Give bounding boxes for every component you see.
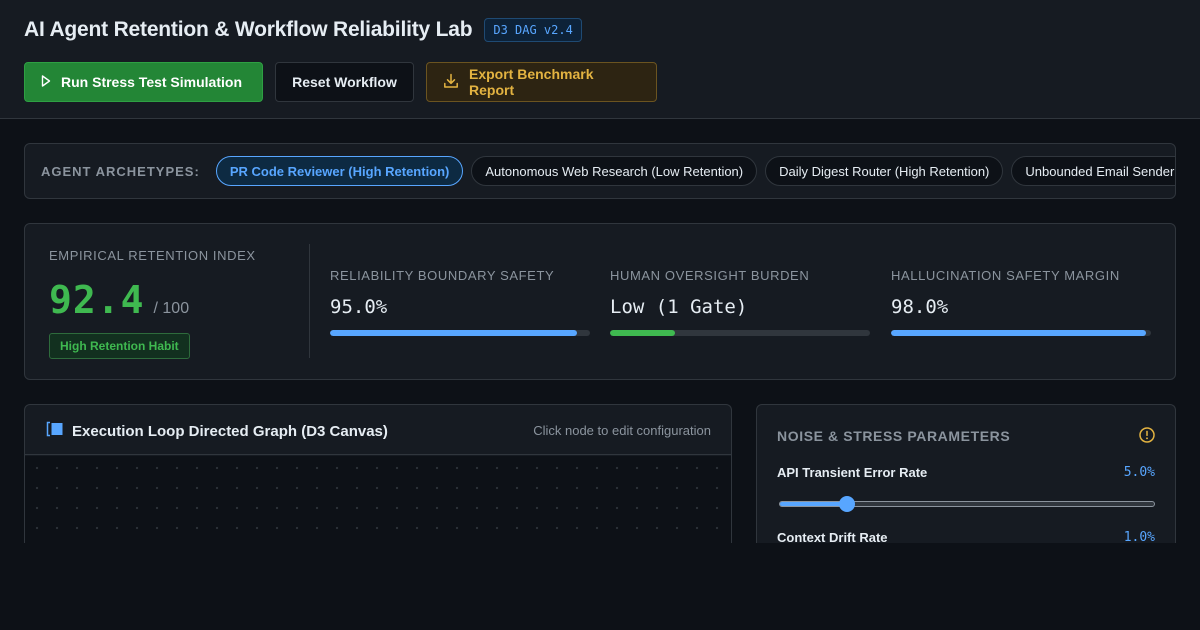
metric-progress-fill [610,330,675,336]
metric-label: RELIABILITY BOUNDARY SAFETY [330,268,555,283]
top-header: AI Agent Retention & Workflow Reliabilit… [0,0,1200,119]
version-badge: D3 DAG v2.4 [484,18,582,42]
archetype-pill[interactable]: PR Code Reviewer (High Retention) [215,156,464,186]
metrics-divider [309,244,310,358]
metric-progress-track [330,330,590,336]
metric-progress-track [891,330,1151,336]
metric-progress-fill [330,330,577,336]
retention-index-label: EMPIRICAL RETENTION INDEX [49,248,256,263]
metric-value: 95.0% [330,296,388,318]
retention-index-value: 92.4 [49,278,145,322]
context-drift-rate-value: 1.0% [1123,530,1155,543]
metric-progress-fill [891,330,1146,336]
archetype-list: AGENT ARCHETYPES: PR Code Reviewer (High… [25,144,1175,198]
stress-parameters-panel: NOISE & STRESS PARAMETERS API Transient … [756,404,1176,543]
graph-canvas-icon [46,421,64,442]
slider-thumb[interactable] [839,496,856,512]
agent-archetypes-bar: AGENT ARCHETYPES: PR Code Reviewer (High… [24,143,1176,199]
execution-graph-panel: Execution Loop Directed Graph (D3 Canvas… [24,404,732,543]
run-stress-test-button[interactable]: Run Stress Test Simulation [24,62,263,102]
metric-hallucination-safety-margin: HALLUCINATION SAFETY MARGIN 98.0% [891,268,1151,336]
archetype-pill[interactable]: Unbounded Email Sender (Medium Retention… [1011,156,1175,186]
slider-fill [780,502,848,506]
download-icon [443,73,469,92]
title-row: AI Agent Retention & Workflow Reliabilit… [24,18,582,42]
metric-human-oversight-burden: HUMAN OVERSIGHT BURDEN Low (1 Gate) [610,268,870,336]
context-drift-rate-label: Context Drift Rate [777,530,888,543]
export-report-button[interactable]: Export Benchmark Report [426,62,657,102]
run-button-label: Run Stress Test Simulation [61,74,242,90]
retention-index-max: / 100 [153,300,190,317]
metric-value: Low (1 Gate) [610,296,748,318]
metric-label: HUMAN OVERSIGHT BURDEN [610,268,810,283]
metric-progress-track [610,330,870,336]
api-error-rate-value: 5.0% [1123,465,1155,480]
warning-circle-icon[interactable] [1139,427,1155,448]
graph-title: Execution Loop Directed Graph (D3 Canvas… [72,423,388,440]
params-title: NOISE & STRESS PARAMETERS [777,428,1011,444]
play-icon [41,74,61,90]
retention-value-row: 92.4 / 100 [49,278,189,322]
app-title: AI Agent Retention & Workflow Reliabilit… [24,18,473,41]
export-button-label: Export Benchmark Report [469,66,594,98]
reset-workflow-button[interactable]: Reset Workflow [275,62,414,102]
graph-panel-header: Execution Loop Directed Graph (D3 Canvas… [25,405,731,455]
archetypes-label: AGENT ARCHETYPES: [41,163,200,179]
graph-hint: Click node to edit configuration [533,423,711,438]
api-error-rate-label: API Transient Error Rate [777,465,928,480]
metric-reliability-boundary-safety: RELIABILITY BOUNDARY SAFETY 95.0% [330,268,590,336]
graph-title-row: Execution Loop Directed Graph (D3 Canvas… [46,421,388,442]
graph-canvas[interactable] [25,456,731,543]
metrics-panel: EMPIRICAL RETENTION INDEX 92.4 / 100 Hig… [24,223,1176,380]
metric-value: 98.0% [891,296,949,318]
metric-label: HALLUCINATION SAFETY MARGIN [891,268,1120,283]
archetype-pill[interactable]: Daily Digest Router (High Retention) [765,156,1004,186]
retention-status-badge: High Retention Habit [49,333,190,359]
api-error-rate-slider[interactable] [779,496,1155,512]
toolbar: Run Stress Test Simulation Reset Workflo… [24,62,657,102]
archetype-pill[interactable]: Autonomous Web Research (Low Retention) [471,156,758,186]
